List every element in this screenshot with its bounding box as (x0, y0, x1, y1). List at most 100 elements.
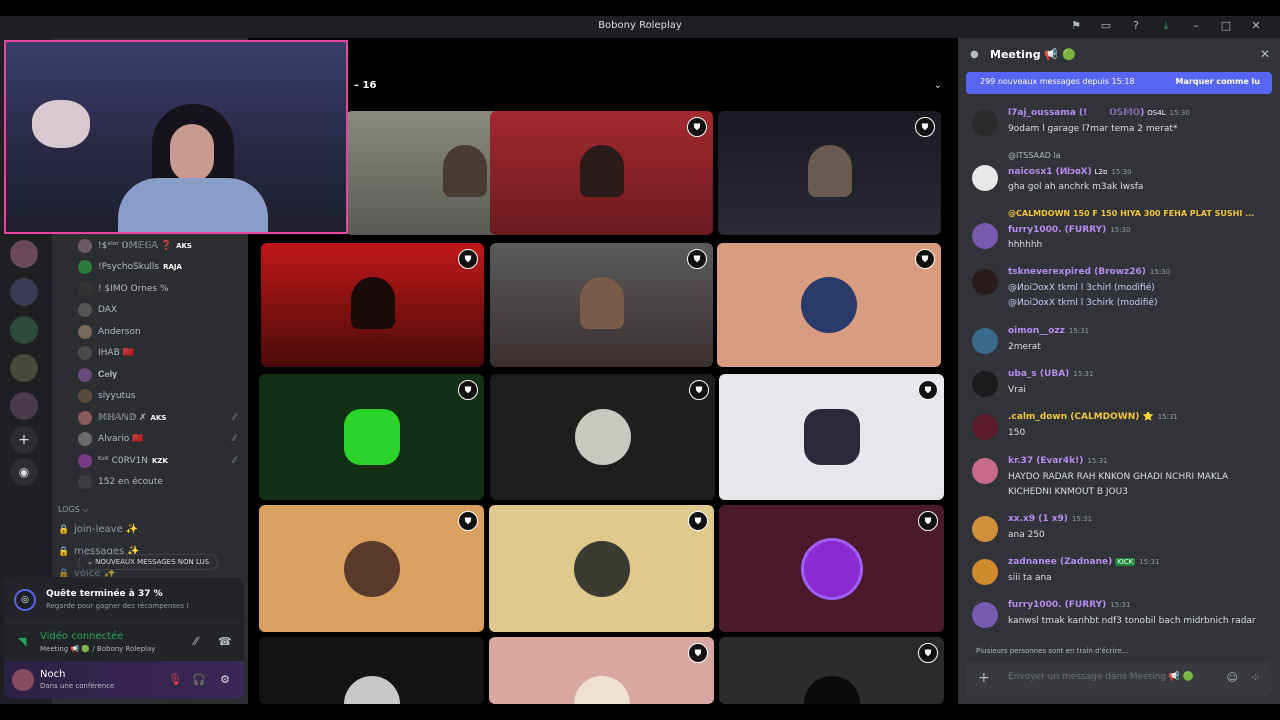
message-author[interactable]: uba_s (UBA) (1008, 369, 1069, 379)
flag-icon[interactable]: ⚑ (1068, 18, 1084, 34)
message-input[interactable]: + Envoyer un message dans Meeting 📢 🟢 ☺ … (966, 662, 1272, 696)
close-icon[interactable]: ✕ (1260, 47, 1270, 61)
avatar[interactable] (972, 110, 998, 136)
shield-icon[interactable]: ⛊ (915, 249, 935, 269)
message-author[interactable]: xx.x9 (1 x9) (1008, 514, 1068, 524)
voice-user[interactable]: ᴷᶻᴷ C0RV1N KZK ⁄⁄ (52, 450, 248, 472)
message-author[interactable]: naicosx1 (И𝐢ɔ𝐨Ⅹ) (1008, 167, 1092, 177)
avatar[interactable] (972, 414, 998, 440)
avatar[interactable] (972, 269, 998, 295)
server-icon[interactable] (10, 240, 38, 268)
message-author[interactable]: l7aj_oussama (! ⁣ ⁣ ⁣ ⁣ ⁣ ⁣ 𝕆𝕊𝕄𝕆) (1008, 108, 1144, 118)
video-tile[interactable]: ⛊ (719, 505, 944, 632)
video-tile[interactable]: ⛊ (718, 111, 941, 235)
noise-suppression-icon[interactable]: ⁄⁄ (194, 635, 198, 648)
shield-icon[interactable]: ⛊ (458, 511, 478, 531)
message-author[interactable]: kr.37 (Evar4k!) (1008, 456, 1083, 466)
avatar[interactable] (972, 165, 998, 191)
message-author[interactable]: .calm_down (CALMDOWN) ⭐ (1008, 412, 1154, 422)
voice-user[interactable]: ! $IMO Ornes % (52, 278, 248, 300)
avatar[interactable] (972, 223, 998, 249)
download-icon[interactable]: ⤓ (1158, 18, 1174, 34)
video-tile[interactable]: ⛊ (489, 637, 714, 704)
video-tile[interactable]: ⛊ (259, 374, 484, 500)
server-folder-icon[interactable] (10, 354, 38, 382)
new-messages-bar[interactable]: 299 nouveaux messages depuis 15:18 Marqu… (966, 72, 1272, 94)
inbox-icon[interactable]: ▭ (1098, 18, 1114, 34)
voice-user[interactable]: 𝕄ℍ𝔸ℕ𝔻 ✗ AKS ⁄⁄ (52, 407, 248, 429)
discover-icon[interactable]: ◉ (10, 458, 38, 486)
reply-preview[interactable]: @ITSSAAD la (1008, 151, 1061, 160)
shield-icon[interactable]: ⛊ (918, 643, 938, 663)
video-tile[interactable]: ⛊ (717, 243, 941, 367)
voice-user[interactable]: !$ᵉˡᵒʳ 𝕆𝕄𝔼𝔾𝔸 ❓ AKS (52, 235, 248, 257)
avatar[interactable] (12, 669, 34, 691)
shield-icon[interactable]: ⛊ (689, 380, 709, 400)
voice-user[interactable]: DAX (52, 300, 248, 322)
video-tile[interactable]: ⛊ (490, 111, 713, 235)
shield-icon[interactable]: ⛊ (688, 643, 708, 663)
shield-icon[interactable]: ⛊ (687, 249, 707, 269)
video-tile[interactable]: ⛊ (259, 505, 484, 632)
chevron-down-icon[interactable]: ⌄ (934, 80, 942, 91)
shield-icon[interactable]: ⛊ (688, 511, 708, 531)
settings-icon[interactable]: ⚙ (214, 669, 236, 691)
avatar[interactable] (972, 458, 998, 484)
listener-count[interactable]: 152 en écoute (52, 472, 248, 494)
category-logs[interactable]: LOGS ⌵ (58, 505, 88, 515)
voice-user[interactable]: Alvario 🇲🇦 ⁄⁄ (52, 429, 248, 451)
avatar[interactable] (972, 328, 998, 354)
shield-icon[interactable]: ⛊ (687, 117, 707, 137)
maximize-icon[interactable]: □ (1218, 18, 1234, 34)
message-author[interactable]: zadnanee (Zadnane) (1008, 557, 1112, 567)
video-tile[interactable]: ⛊ (261, 243, 484, 367)
apps-icon[interactable]: ⁘ (1251, 671, 1260, 684)
video-tile[interactable]: ⛊ (719, 637, 944, 704)
voice-user[interactable]: !PsychoSkulls RAJA (52, 257, 248, 279)
quest-progress[interactable]: ◎ Quête terminée à 37 % Regarde pour gag… (4, 577, 244, 623)
shield-icon[interactable]: ⛊ (918, 511, 938, 531)
close-icon[interactable]: ✕ (1248, 18, 1264, 34)
message-author[interactable]: oimon__ozz (1008, 326, 1065, 336)
voice-user[interactable]: 𝐂𝐞𝐥𝐲 (52, 364, 248, 386)
message-author[interactable]: furry1000. (FURRY) (1008, 225, 1106, 235)
mark-as-read-button[interactable]: Marquer comme lu (1176, 77, 1260, 86)
video-tile[interactable]: ⛊ (489, 505, 714, 632)
user-name[interactable]: Noch (40, 669, 65, 680)
add-attachment-icon[interactable]: + (978, 670, 990, 686)
shield-icon[interactable]: ⛊ (915, 117, 935, 137)
avatar[interactable] (972, 371, 998, 397)
channel-join-leave[interactable]: 🔒 join-leave ✨ (58, 524, 138, 535)
help-icon[interactable]: ? (1128, 18, 1144, 34)
signal-icon[interactable]: ◥ (18, 635, 26, 648)
add-server-icon[interactable]: + (10, 426, 38, 454)
headphones-icon[interactable]: 🎧 (188, 669, 210, 691)
voice-user[interactable]: IHAB 🇲🇦 (52, 343, 248, 365)
shield-icon[interactable]: ⛊ (458, 249, 478, 269)
voice-status-label[interactable]: Vidéo connectée (40, 631, 123, 642)
message-author[interactable]: furry1000. (FURRY) (1008, 600, 1106, 610)
server-folder-icon[interactable] (10, 392, 38, 420)
avatar[interactable] (972, 516, 998, 542)
server-folder-icon[interactable] (10, 316, 38, 344)
video-tile[interactable]: ⛊ (490, 374, 715, 500)
video-tile[interactable]: ⛊ (490, 243, 713, 367)
minimize-icon[interactable]: – (1188, 18, 1204, 34)
microphone-icon[interactable]: 🎙 (164, 669, 186, 691)
video-tile[interactable] (259, 637, 484, 704)
message-author[interactable]: tskneverexpired (Browz26) (1008, 267, 1146, 277)
server-folder-icon[interactable] (10, 278, 38, 306)
avatar[interactable] (972, 559, 998, 585)
voice-status-channel[interactable]: Meeting 📢 🟢 / Bobony Roleplay (40, 645, 155, 653)
shield-icon[interactable]: ⛊ (458, 380, 478, 400)
shield-icon[interactable]: ⛊ (918, 380, 938, 400)
avatar[interactable] (972, 602, 998, 628)
disconnect-icon[interactable]: ☎ (218, 635, 232, 648)
voice-user[interactable]: slyyutus (52, 386, 248, 408)
message-placeholder[interactable]: Envoyer un message dans Meeting 📢 🟢 (1008, 672, 1194, 682)
emoji-icon[interactable]: ☺ (1227, 671, 1238, 684)
video-tile[interactable]: ⛊ (719, 374, 944, 500)
reply-preview[interactable]: @CALMDOWN 150 F 150 HIYA 300 FEHA PLAT S… (1008, 209, 1254, 218)
unread-messages-pill[interactable]: ⌄ NOUVEAUX MESSAGES NON LUS (78, 554, 219, 570)
voice-user[interactable]: Anderson (52, 321, 248, 343)
